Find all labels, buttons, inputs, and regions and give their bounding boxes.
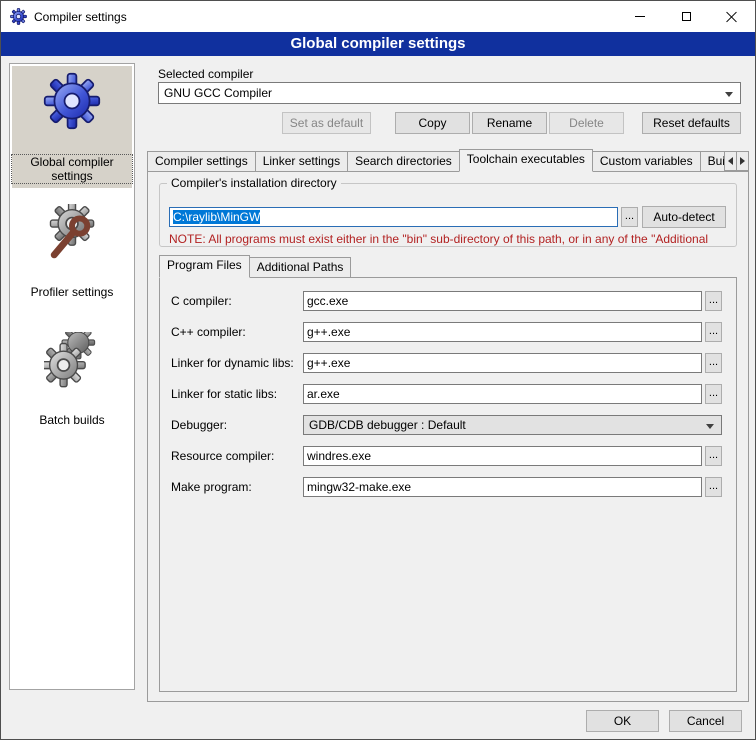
- title-bar[interactable]: Compiler settings: [1, 1, 755, 32]
- copy-button[interactable]: Copy: [395, 112, 470, 134]
- static-linker-input[interactable]: ar.exe: [303, 384, 702, 404]
- tab-program-files[interactable]: Program Files: [159, 255, 250, 278]
- ok-button[interactable]: OK: [586, 710, 659, 732]
- cpp-compiler-label: C++ compiler:: [171, 325, 246, 339]
- app-gear-icon: [10, 8, 27, 25]
- window-controls: [617, 1, 755, 32]
- tab-toolchain-executables[interactable]: Toolchain executables: [459, 149, 593, 172]
- tab-linker-settings[interactable]: Linker settings: [255, 151, 348, 172]
- cpp-compiler-browse-button[interactable]: ...: [705, 322, 722, 342]
- tab-search-directories[interactable]: Search directories: [347, 151, 460, 172]
- compiler-settings-window: Compiler settings Global compiler settin…: [0, 0, 756, 740]
- selected-compiler-value: GNU GCC Compiler: [164, 86, 272, 100]
- auto-detect-button[interactable]: Auto-detect: [642, 206, 726, 228]
- batch-builds-gears-icon: [44, 332, 100, 391]
- tab-additional-paths[interactable]: Additional Paths: [249, 257, 352, 278]
- inner-tab-strip: Program Files Additional Paths: [159, 255, 350, 278]
- static-linker-browse-button[interactable]: ...: [705, 384, 722, 404]
- selected-compiler-label: Selected compiler: [158, 67, 253, 81]
- delete-button[interactable]: Delete: [549, 112, 624, 134]
- installation-directory-input[interactable]: C:\raylib\MinGW: [169, 207, 618, 227]
- c-compiler-browse-button[interactable]: ...: [705, 291, 722, 311]
- maximize-button[interactable]: [663, 1, 709, 32]
- minimize-icon: [635, 16, 645, 17]
- window-title: Compiler settings: [34, 10, 127, 24]
- installation-directory-group-title: Compiler's installation directory: [167, 176, 341, 190]
- debugger-combobox[interactable]: GDB/CDB debugger : Default: [303, 415, 722, 435]
- installation-directory-browse-button[interactable]: ...: [621, 207, 638, 227]
- tab-compiler-settings[interactable]: Compiler settings: [147, 151, 256, 172]
- chevron-down-icon: [725, 92, 733, 97]
- sidebar-item-profiler-settings[interactable]: Profiler settings: [12, 198, 132, 308]
- close-icon: [726, 11, 738, 23]
- dynamic-linker-browse-button[interactable]: ...: [705, 353, 722, 373]
- static-linker-label: Linker for static libs:: [171, 387, 277, 401]
- installation-directory-value: C:\raylib\MinGW: [173, 210, 260, 224]
- make-program-browse-button[interactable]: ...: [705, 477, 722, 497]
- gear-icon: [43, 72, 101, 133]
- make-program-input[interactable]: mingw32-make.exe: [303, 477, 702, 497]
- tab-scrollers: [725, 151, 749, 171]
- cancel-button[interactable]: Cancel: [669, 710, 742, 732]
- tab-scroll-right-button[interactable]: [736, 151, 749, 171]
- reset-defaults-button[interactable]: Reset defaults: [642, 112, 741, 134]
- sidebar-item-global-compiler-settings[interactable]: Global compiler settings: [12, 66, 132, 188]
- make-program-label: Make program:: [171, 480, 252, 494]
- debugger-label: Debugger:: [171, 418, 227, 432]
- note-text: NOTE: All programs must exist either in …: [169, 232, 736, 246]
- cpp-compiler-input[interactable]: g++.exe: [303, 322, 702, 342]
- minimize-button[interactable]: [617, 1, 663, 32]
- arrow-left-icon: [728, 157, 733, 165]
- chevron-down-icon: [706, 424, 714, 429]
- dynamic-linker-label: Linker for dynamic libs:: [171, 356, 294, 370]
- sidebar-item-batch-builds[interactable]: Batch builds: [12, 326, 132, 436]
- sidebar-item-label: Global compiler settings: [12, 155, 132, 183]
- resource-compiler-label: Resource compiler:: [171, 449, 274, 463]
- debugger-value: GDB/CDB debugger : Default: [309, 418, 466, 432]
- rename-button[interactable]: Rename: [472, 112, 547, 134]
- sidebar-item-label: Profiler settings: [12, 285, 132, 299]
- tab-custom-variables[interactable]: Custom variables: [592, 151, 701, 172]
- maximize-icon: [682, 12, 691, 21]
- main-tab-strip: Compiler settings Linker settings Search…: [147, 149, 749, 172]
- resource-compiler-input[interactable]: windres.exe: [303, 446, 702, 466]
- c-compiler-input[interactable]: gcc.exe: [303, 291, 702, 311]
- close-button[interactable]: [709, 1, 755, 32]
- c-compiler-label: C compiler:: [171, 294, 232, 308]
- profiler-wrench-icon: [44, 204, 100, 263]
- dynamic-linker-input[interactable]: g++.exe: [303, 353, 702, 373]
- set-as-default-button[interactable]: Set as default: [282, 112, 371, 134]
- arrow-right-icon: [740, 157, 745, 165]
- settings-category-list: Global compiler settings: [9, 63, 135, 690]
- resource-compiler-browse-button[interactable]: ...: [705, 446, 722, 466]
- dialog-header: Global compiler settings: [1, 32, 755, 56]
- selected-compiler-combobox[interactable]: GNU GCC Compiler: [158, 82, 741, 104]
- sidebar-item-label: Batch builds: [12, 413, 132, 427]
